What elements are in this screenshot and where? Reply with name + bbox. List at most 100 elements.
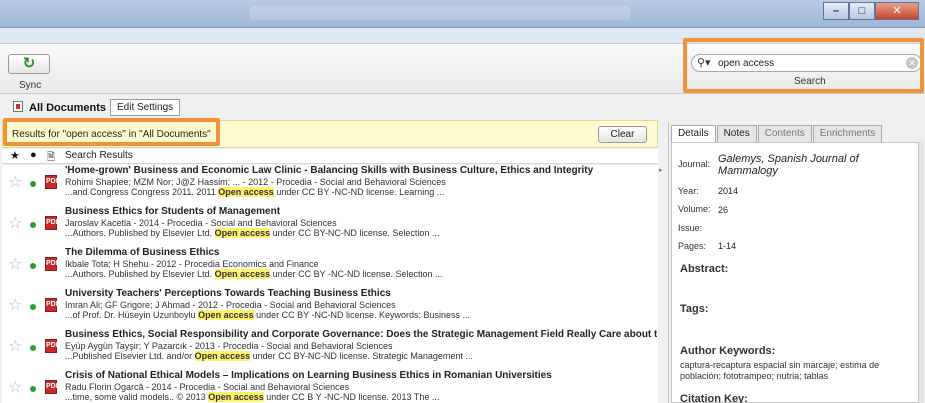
snippet-highlight: Open access bbox=[194, 351, 251, 361]
list-item[interactable]: ☆ PDF University Teachers' Perceptions T… bbox=[2, 288, 658, 330]
result-meta: Rohimi Shapiee; MZM Nor; J@Z Hassim; ...… bbox=[65, 177, 446, 187]
result-snippet: ...Authors. Published by Elsevier Ltd. O… bbox=[65, 269, 443, 279]
minimize-icon[interactable]: – bbox=[823, 2, 849, 20]
snippet-before: ...Published Elsevier Ltd. and/or bbox=[65, 351, 195, 361]
refresh-icon: ↻ bbox=[22, 55, 36, 72]
maximize-icon[interactable]: □ bbox=[849, 2, 875, 20]
tab-contents[interactable]: Contents bbox=[757, 125, 812, 142]
snippet-highlight: Open access bbox=[198, 310, 254, 320]
snippet-after: under CC B Y -NC-ND license. 2013 The ..… bbox=[263, 392, 440, 402]
snippet-highlight: Open access bbox=[214, 228, 271, 238]
pdf-icon: PDF bbox=[45, 257, 60, 271]
sync-label: Sync bbox=[19, 80, 42, 91]
result-title: University Teachers' Perceptions Towards… bbox=[65, 288, 391, 299]
unread-dot-icon[interactable] bbox=[30, 222, 36, 228]
edit-settings-button[interactable]: Edit Settings bbox=[110, 99, 181, 116]
window-title bbox=[250, 6, 630, 20]
sync-button[interactable]: ↻ bbox=[8, 54, 50, 74]
snippet-after: under CC BY -NC-ND license. Learning ... bbox=[273, 187, 445, 197]
snippet-before: ...Authors. Published by Elsevier Ltd. bbox=[65, 269, 215, 279]
list-item[interactable]: ☆ PDF Crisis of National Ethical Models … bbox=[2, 370, 658, 403]
documents-icon bbox=[13, 101, 23, 112]
journal-value[interactable]: Galemys, Spanish Journal of Mammalogy bbox=[718, 153, 908, 177]
tags-heading: Tags: bbox=[680, 303, 709, 315]
pdf-icon: PDF bbox=[45, 216, 60, 230]
unread-dot-icon[interactable] bbox=[30, 386, 36, 392]
search-results-column-header[interactable]: Search Results bbox=[65, 150, 133, 161]
collapse-arrow-icon[interactable]: ▸ bbox=[659, 166, 663, 174]
year-value[interactable]: 2014 bbox=[718, 186, 738, 196]
result-title: Crisis of National Ethical Models – Impl… bbox=[65, 370, 552, 381]
list-item[interactable]: ☆ PDF Business Ethics, Social Responsibi… bbox=[2, 329, 658, 371]
pdf-icon: PDF bbox=[45, 175, 60, 189]
read-status-column-icon[interactable]: ● bbox=[30, 149, 37, 161]
journal-label: Journal: bbox=[678, 159, 711, 169]
list-item[interactable]: ☆ PDF Business Ethics for Students of Ma… bbox=[2, 206, 658, 248]
details-tabs: Details Notes Contents Enrichments bbox=[671, 125, 883, 142]
star-icon[interactable]: ☆ bbox=[8, 339, 22, 355]
snippet-after: under CC BY -NC-ND license. Keywords: Bu… bbox=[253, 310, 471, 320]
unread-dot-icon[interactable] bbox=[30, 263, 36, 269]
details-panel: Details Notes Contents Enrichments Journ… bbox=[668, 122, 925, 403]
result-meta: Jaroslav Kacetla - 2014 - Procedia - Soc… bbox=[65, 218, 337, 228]
unread-dot-icon[interactable] bbox=[30, 345, 36, 351]
result-meta: Imran Ali; GF Grigore; J Ahmad - 2012 - … bbox=[65, 300, 396, 310]
result-snippet: ...of Prof. Dr. Hüseyin Uzunboylu Open a… bbox=[65, 310, 470, 320]
abstract-heading: Abstract: bbox=[680, 263, 729, 275]
clear-button[interactable]: Clear bbox=[598, 126, 647, 143]
result-snippet: ...time, some valid models.. © 2013 Open… bbox=[65, 392, 439, 402]
search-field[interactable]: ⚲▾ ✕ bbox=[691, 54, 922, 72]
volume-value[interactable]: 26 bbox=[718, 205, 728, 215]
search-icon[interactable]: ⚲▾ bbox=[697, 56, 711, 69]
search-input[interactable] bbox=[718, 57, 898, 70]
menu-bar bbox=[0, 28, 925, 44]
result-meta: Radu Florin Ogarcă - 2014 - Procedia - S… bbox=[65, 382, 350, 392]
pdf-icon: PDF bbox=[45, 380, 60, 394]
unread-dot-icon[interactable] bbox=[30, 304, 36, 310]
list-item[interactable]: ☆ PDF 'Home-grown' Business and Economic… bbox=[2, 165, 658, 207]
snippet-after: under CC BY-NC-ND license. Selection ... bbox=[270, 228, 440, 238]
pdf-icon: PDF bbox=[45, 339, 60, 353]
snippet-before: ...and Congress Congress 2011. 2011 bbox=[65, 187, 219, 197]
star-icon[interactable]: ☆ bbox=[8, 175, 22, 191]
pdf-icon: PDF bbox=[45, 298, 60, 312]
tab-notes[interactable]: Notes bbox=[716, 125, 757, 142]
clear-search-icon[interactable]: ✕ bbox=[906, 57, 918, 69]
snippet-before: ...of Prof. Dr. Hüseyin Uzunboylu bbox=[65, 310, 199, 320]
issue-label: Issue: bbox=[678, 223, 703, 233]
star-icon[interactable]: ☆ bbox=[8, 216, 22, 232]
author-keywords-heading: Author Keywords: bbox=[680, 345, 776, 357]
author-keywords-value[interactable]: captura-recaptura espacial sin marcaje; … bbox=[680, 360, 912, 382]
result-title: Business Ethics for Students of Manageme… bbox=[65, 206, 281, 217]
document-tabs: All Documents Edit Settings bbox=[0, 95, 925, 119]
details-scrollbar[interactable] bbox=[919, 140, 924, 403]
result-meta: Ikbale Tota; H Shehu - 2012 - Procedia E… bbox=[65, 259, 319, 269]
tab-enrichments[interactable]: Enrichments bbox=[812, 125, 883, 142]
snippet-highlight: Open access bbox=[208, 392, 264, 402]
results-summary: Results for "open access" in "All Docume… bbox=[12, 129, 211, 140]
star-column-icon[interactable]: ★ bbox=[10, 149, 20, 162]
snippet-before: ...time, some valid models.. © 2013 bbox=[65, 392, 209, 402]
result-snippet: ...and Congress Congress 2011. 2011 Open… bbox=[65, 187, 444, 197]
list-item[interactable]: ☆ PDF The Dilemma of Business Ethics Ikb… bbox=[2, 247, 658, 289]
pages-value[interactable]: 1-14 bbox=[718, 241, 736, 251]
unread-dot-icon[interactable] bbox=[30, 181, 36, 187]
snippet-highlight: Open access bbox=[218, 187, 274, 197]
window-controls: – □ ✕ bbox=[823, 2, 919, 20]
search-results-banner: Results for "open access" in "All Docume… bbox=[2, 120, 658, 148]
result-meta: Eyüp Aygün Tayşir; Y Pazarcık - 2013 - P… bbox=[65, 341, 393, 351]
results-list-header: ★ ● 🗎 Search Results bbox=[2, 149, 658, 164]
pages-label: Pages: bbox=[678, 241, 707, 251]
snippet-after: under CC BY-NC-ND license. Strategic Man… bbox=[250, 351, 473, 361]
star-icon[interactable]: ☆ bbox=[8, 380, 22, 396]
details-content: Journal: Galemys, Spanish Journal of Mam… bbox=[671, 142, 919, 403]
result-snippet: ...Authors. Published by Elsevier Ltd. O… bbox=[65, 228, 439, 238]
star-icon[interactable]: ☆ bbox=[8, 298, 22, 314]
tab-all-documents[interactable]: All Documents bbox=[29, 102, 106, 114]
close-icon[interactable]: ✕ bbox=[875, 2, 919, 20]
window-title-bar: – □ ✕ bbox=[0, 0, 925, 28]
citation-key-heading: Citation Key: bbox=[680, 393, 748, 403]
tab-details[interactable]: Details bbox=[671, 125, 716, 142]
star-icon[interactable]: ☆ bbox=[8, 257, 22, 273]
result-title: Business Ethics, Social Responsibility a… bbox=[65, 329, 657, 340]
